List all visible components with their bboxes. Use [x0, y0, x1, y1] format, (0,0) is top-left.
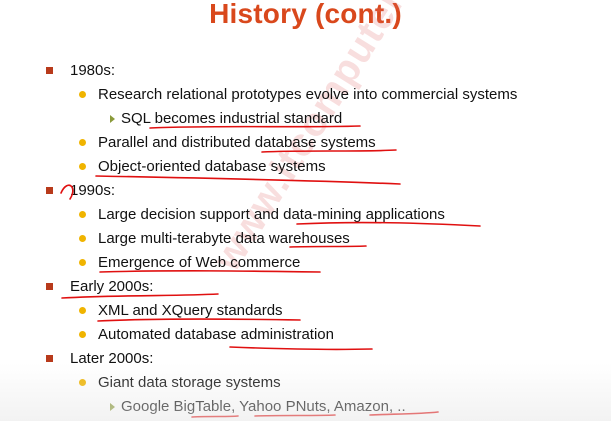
triangle-bullet-icon	[110, 403, 115, 411]
round-bullet-icon	[79, 211, 86, 218]
list-item-text: Object-oriented database systems	[98, 158, 326, 175]
list-item-text: Google BigTable, Yahoo PNuts, Amazon, ..	[121, 398, 406, 415]
list-item-text: 1990s:	[70, 182, 116, 199]
list-item-text: Parallel and distributed database system…	[98, 134, 376, 151]
list-item-text: XML and XQuery standards	[98, 302, 283, 319]
round-bullet-icon	[79, 259, 86, 266]
square-bullet-icon	[46, 187, 53, 194]
round-bullet-icon	[79, 307, 86, 314]
triangle-bullet-icon	[110, 115, 115, 123]
round-bullet-icon	[79, 379, 86, 386]
list-item-text: Large multi-terabyte data warehouses	[98, 230, 350, 247]
list-item-text: Giant data storage systems	[98, 374, 281, 391]
list-item-text: Later 2000s:	[70, 350, 154, 367]
list-item-text: Automated database administration	[98, 326, 334, 343]
square-bullet-icon	[46, 283, 53, 290]
square-bullet-icon	[46, 67, 53, 74]
bullet-list: 1980s: Research relational prototypes ev…	[0, 0, 611, 421]
list-item-text: Large decision support and data-mining a…	[98, 206, 445, 223]
round-bullet-icon	[79, 235, 86, 242]
list-item-text: Early 2000s:	[70, 278, 154, 295]
round-bullet-icon	[79, 163, 86, 170]
list-item-text: 1980s:	[70, 62, 116, 79]
list-item-text: SQL becomes industrial standard	[121, 110, 343, 127]
list-item-text: Research relational prototypes evolve in…	[98, 86, 518, 103]
round-bullet-icon	[79, 91, 86, 98]
list-item-text: Emergence of Web commerce	[98, 254, 301, 271]
square-bullet-icon	[46, 355, 53, 362]
round-bullet-icon	[79, 331, 86, 338]
presentation-slide: History (cont.) www.itcomputer.com 1980s…	[0, 0, 611, 421]
round-bullet-icon	[79, 139, 86, 146]
